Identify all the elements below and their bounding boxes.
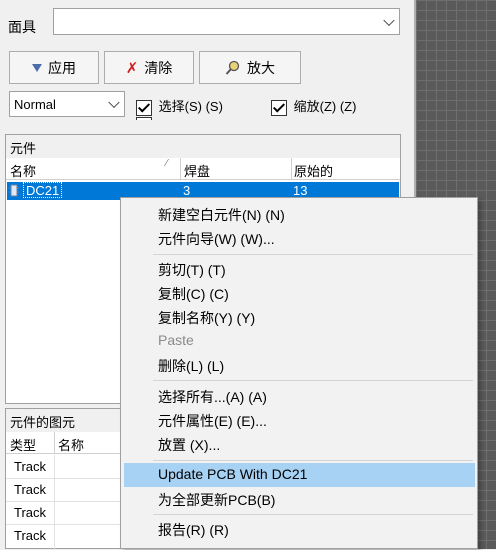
menu-item-component-wizard[interactable]: 元件向导(W) (W)...	[158, 229, 275, 249]
partial-checkbox[interactable]	[136, 117, 152, 120]
apply-label: 应用	[48, 59, 76, 76]
mask-label: 面具	[8, 19, 36, 35]
col-prim-name[interactable]: 名称	[58, 435, 84, 454]
list-item[interactable]: Track	[14, 459, 46, 474]
menu-item-update-pcb[interactable]: Update PCB With DC21	[158, 466, 307, 482]
magnifier-icon	[225, 60, 240, 75]
clear-icon: ✗	[125, 59, 139, 77]
menu-item-place[interactable]: 放置 (X)...	[158, 435, 220, 455]
zoom-button[interactable]: 放大	[199, 51, 301, 84]
filter-icon	[32, 63, 42, 72]
select-checkbox-label: 选择(S) (S)	[158, 99, 223, 114]
list-item[interactable]: Track	[14, 482, 46, 497]
menu-item-update-all-pcb[interactable]: 为全部更新PCB(B)	[158, 490, 275, 510]
list-item[interactable]: Track	[14, 528, 46, 543]
component-pads: 3	[183, 183, 191, 198]
clear-button[interactable]: ✗ 清除	[104, 51, 194, 84]
chevron-down-icon	[383, 14, 395, 26]
chevron-down-icon	[108, 96, 120, 109]
context-menu: 新建空白元件(N) (N) 元件向导(W) (W)... 剪切(T) (T) 复…	[120, 197, 478, 549]
col-primitives[interactable]: 原始的	[294, 161, 333, 180]
menu-item-report[interactable]: 报告(R) (R)	[158, 520, 229, 540]
mode-combo-value: Normal	[14, 97, 56, 112]
menu-item-new-component[interactable]: 新建空白元件(N) (N)	[158, 205, 285, 225]
col-type[interactable]: 类型	[10, 435, 36, 454]
col-name[interactable]: 名称	[10, 161, 36, 180]
zoom-label: 放大	[247, 59, 275, 76]
menu-item-delete[interactable]: 删除(L) (L)	[158, 356, 224, 376]
sort-icon: ⁄	[166, 158, 168, 169]
checkbox-box[interactable]	[136, 99, 152, 116]
menu-item-select-all[interactable]: 选择所有...(A) (A)	[158, 387, 267, 407]
zoom-checkbox[interactable]: 缩放(Z) (Z)	[271, 96, 356, 116]
components-header: 名称 ⁄ 焊盘 原始的	[6, 158, 400, 180]
apply-button[interactable]: 应用	[9, 51, 99, 84]
component-icon	[9, 184, 19, 197]
list-item[interactable]: Track	[14, 505, 46, 520]
zoom-checkbox-label: 缩放(Z) (Z)	[293, 99, 357, 114]
menu-item-copy[interactable]: 复制(C) (C)	[158, 284, 229, 304]
menu-item-paste[interactable]: Paste	[158, 332, 194, 348]
component-primitives: 13	[293, 183, 308, 198]
mask-combo[interactable]	[53, 8, 400, 35]
menu-item-copy-name[interactable]: 复制名称(Y) (Y)	[158, 308, 255, 328]
clear-label: 清除	[144, 59, 173, 76]
menu-item-component-properties[interactable]: 元件属性(E) (E)...	[158, 411, 267, 431]
col-pads[interactable]: 焊盘	[184, 161, 210, 180]
select-checkbox[interactable]: 选择(S) (S)	[136, 96, 223, 116]
component-name: DC21	[23, 182, 63, 198]
menu-item-cut[interactable]: 剪切(T) (T)	[158, 260, 226, 280]
checkbox-box[interactable]	[271, 99, 287, 116]
mode-combo[interactable]: Normal	[9, 91, 125, 117]
